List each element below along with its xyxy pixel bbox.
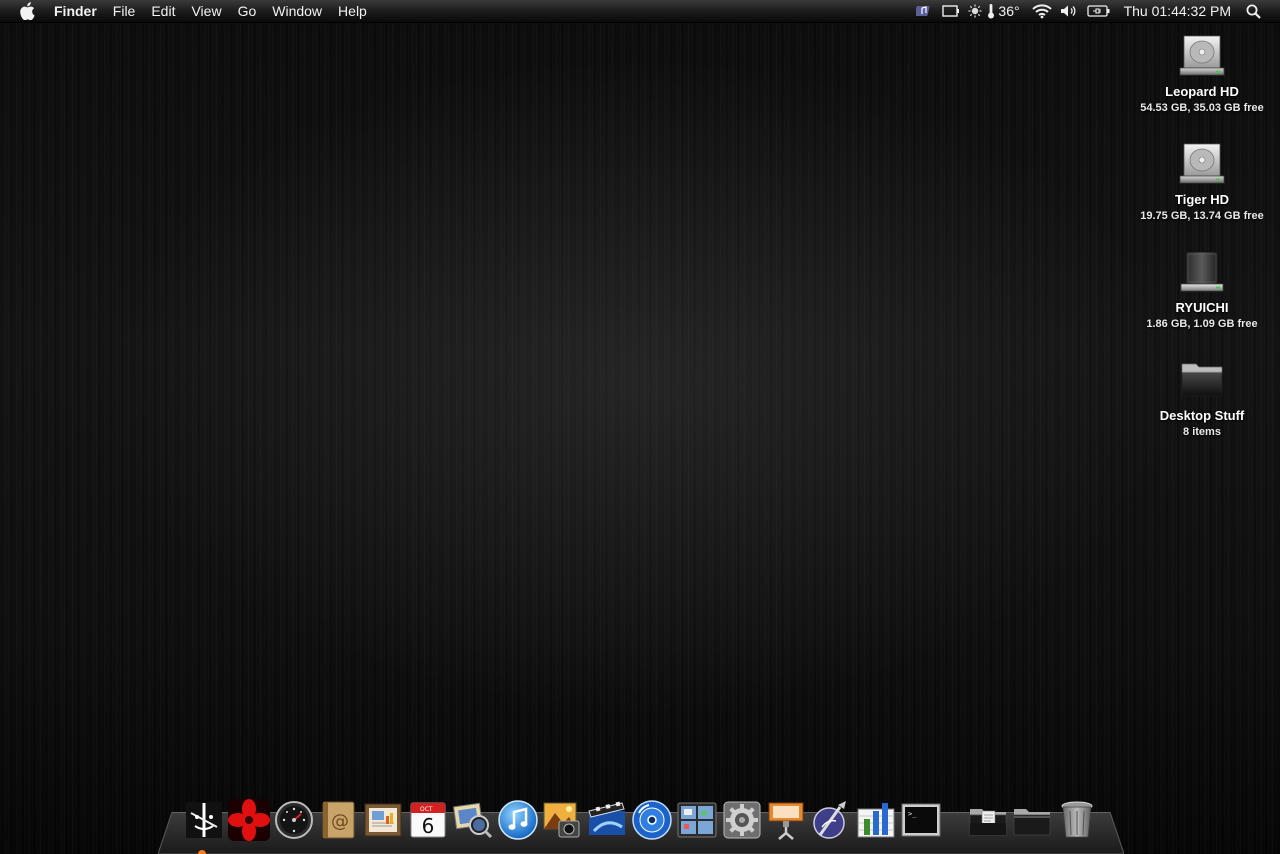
dock-trash-icon[interactable] [1056,799,1098,841]
dock-iphoto-icon[interactable] [541,799,583,841]
desktop-icon-ryuichi[interactable]: RYUICHI 1.86 GB, 1.09 GB free [1132,248,1272,330]
menu-edit[interactable]: Edit [143,0,183,22]
menu-bar-left: Finder File Edit View Go Window Help [0,0,375,22]
desktop-icon-leopard-hd[interactable]: Leopard HD 54.53 GB, 35.03 GB free [1132,32,1272,114]
dock-system-preferences-icon[interactable] [721,799,763,841]
dock-dvd-player-icon[interactable] [631,799,673,841]
dock-documents-stack-icon[interactable] [967,799,1009,841]
folder-icon [1178,356,1226,404]
display-icon[interactable] [938,0,964,22]
dock-photo-loupe-icon[interactable] [452,799,494,841]
desktop-icon-label: Leopard HD [1165,84,1239,99]
desktop-icon-label: Tiger HD [1175,192,1229,207]
dock: @ OCT 6 >_ [183,795,1101,841]
dock-finder-icon[interactable] [183,799,225,841]
dock-script-editor-icon[interactable] [810,799,852,841]
menu-view[interactable]: View [183,0,229,22]
volume-icon[interactable] [1054,0,1084,22]
dock-preview-icon[interactable] [362,799,404,841]
desktop-icon-info: 1.86 GB, 1.09 GB free [1146,318,1258,330]
dock-downloads-stack-icon[interactable] [1011,799,1053,841]
menu-bar-clock[interactable]: Thu 01:44:32 PM [1124,0,1231,22]
wifi-icon[interactable] [1030,0,1054,22]
dock-keynote-icon[interactable] [765,799,807,841]
dock-dashboard-icon[interactable] [273,799,315,841]
dock-numbers-icon[interactable] [855,799,897,841]
menu-bar-status: 36° Thu 01:44:32 PM [910,0,1280,22]
desktop-icon-info: 19.75 GB, 13.74 GB free [1140,210,1264,222]
dock-terminal-icon[interactable]: >_ [900,799,942,841]
apple-menu-icon[interactable] [19,2,37,20]
spotlight-search-icon[interactable] [1245,0,1261,22]
dock-imovie-icon[interactable] [586,799,628,841]
temperature-readout[interactable]: 36° [998,0,1019,22]
thermometer-icon[interactable] [986,0,996,22]
itunes-notes-icon[interactable] [910,0,938,22]
menu-window[interactable]: Window [264,0,330,22]
ical-month-label: OCT [420,806,433,813]
hard-drive-icon [1178,32,1226,80]
menu-file[interactable]: File [105,0,144,22]
menu-go[interactable]: Go [230,0,265,22]
weather-sun-icon[interactable] [964,0,986,22]
desktop-icon-info: 54.53 GB, 35.03 GB free [1140,102,1264,114]
desktop-icon-label: Desktop Stuff [1159,408,1245,423]
desktop-icon-desktop-stuff[interactable]: Desktop Stuff 8 items [1132,356,1272,438]
battery-plug-icon[interactable] [1084,0,1114,22]
dock-fan-control-icon[interactable] [227,799,270,841]
dock-ical-icon[interactable]: OCT 6 [407,799,449,841]
desktop-icon-info: 8 items [1183,426,1221,438]
menu-bar: Finder File Edit View Go Window Help 36°… [0,0,1280,23]
menu-help[interactable]: Help [330,0,375,22]
dock-itunes-icon[interactable] [497,799,539,841]
finder-running-indicator [198,850,206,854]
svg-text:>_: >_ [908,810,917,818]
desktop-icon-label: RYUICHI [1175,300,1229,315]
ical-date-label: 6 [422,814,435,838]
dock-spaces-icon[interactable] [676,799,718,841]
menu-app-name[interactable]: Finder [54,0,105,22]
desktop-icon-tiger-hd[interactable]: Tiger HD 19.75 GB, 13.74 GB free [1132,140,1272,222]
external-drive-icon [1178,248,1226,296]
dock-address-book-icon[interactable]: @ [317,799,359,841]
hard-drive-icon [1178,140,1226,188]
svg-text:@: @ [331,811,349,832]
